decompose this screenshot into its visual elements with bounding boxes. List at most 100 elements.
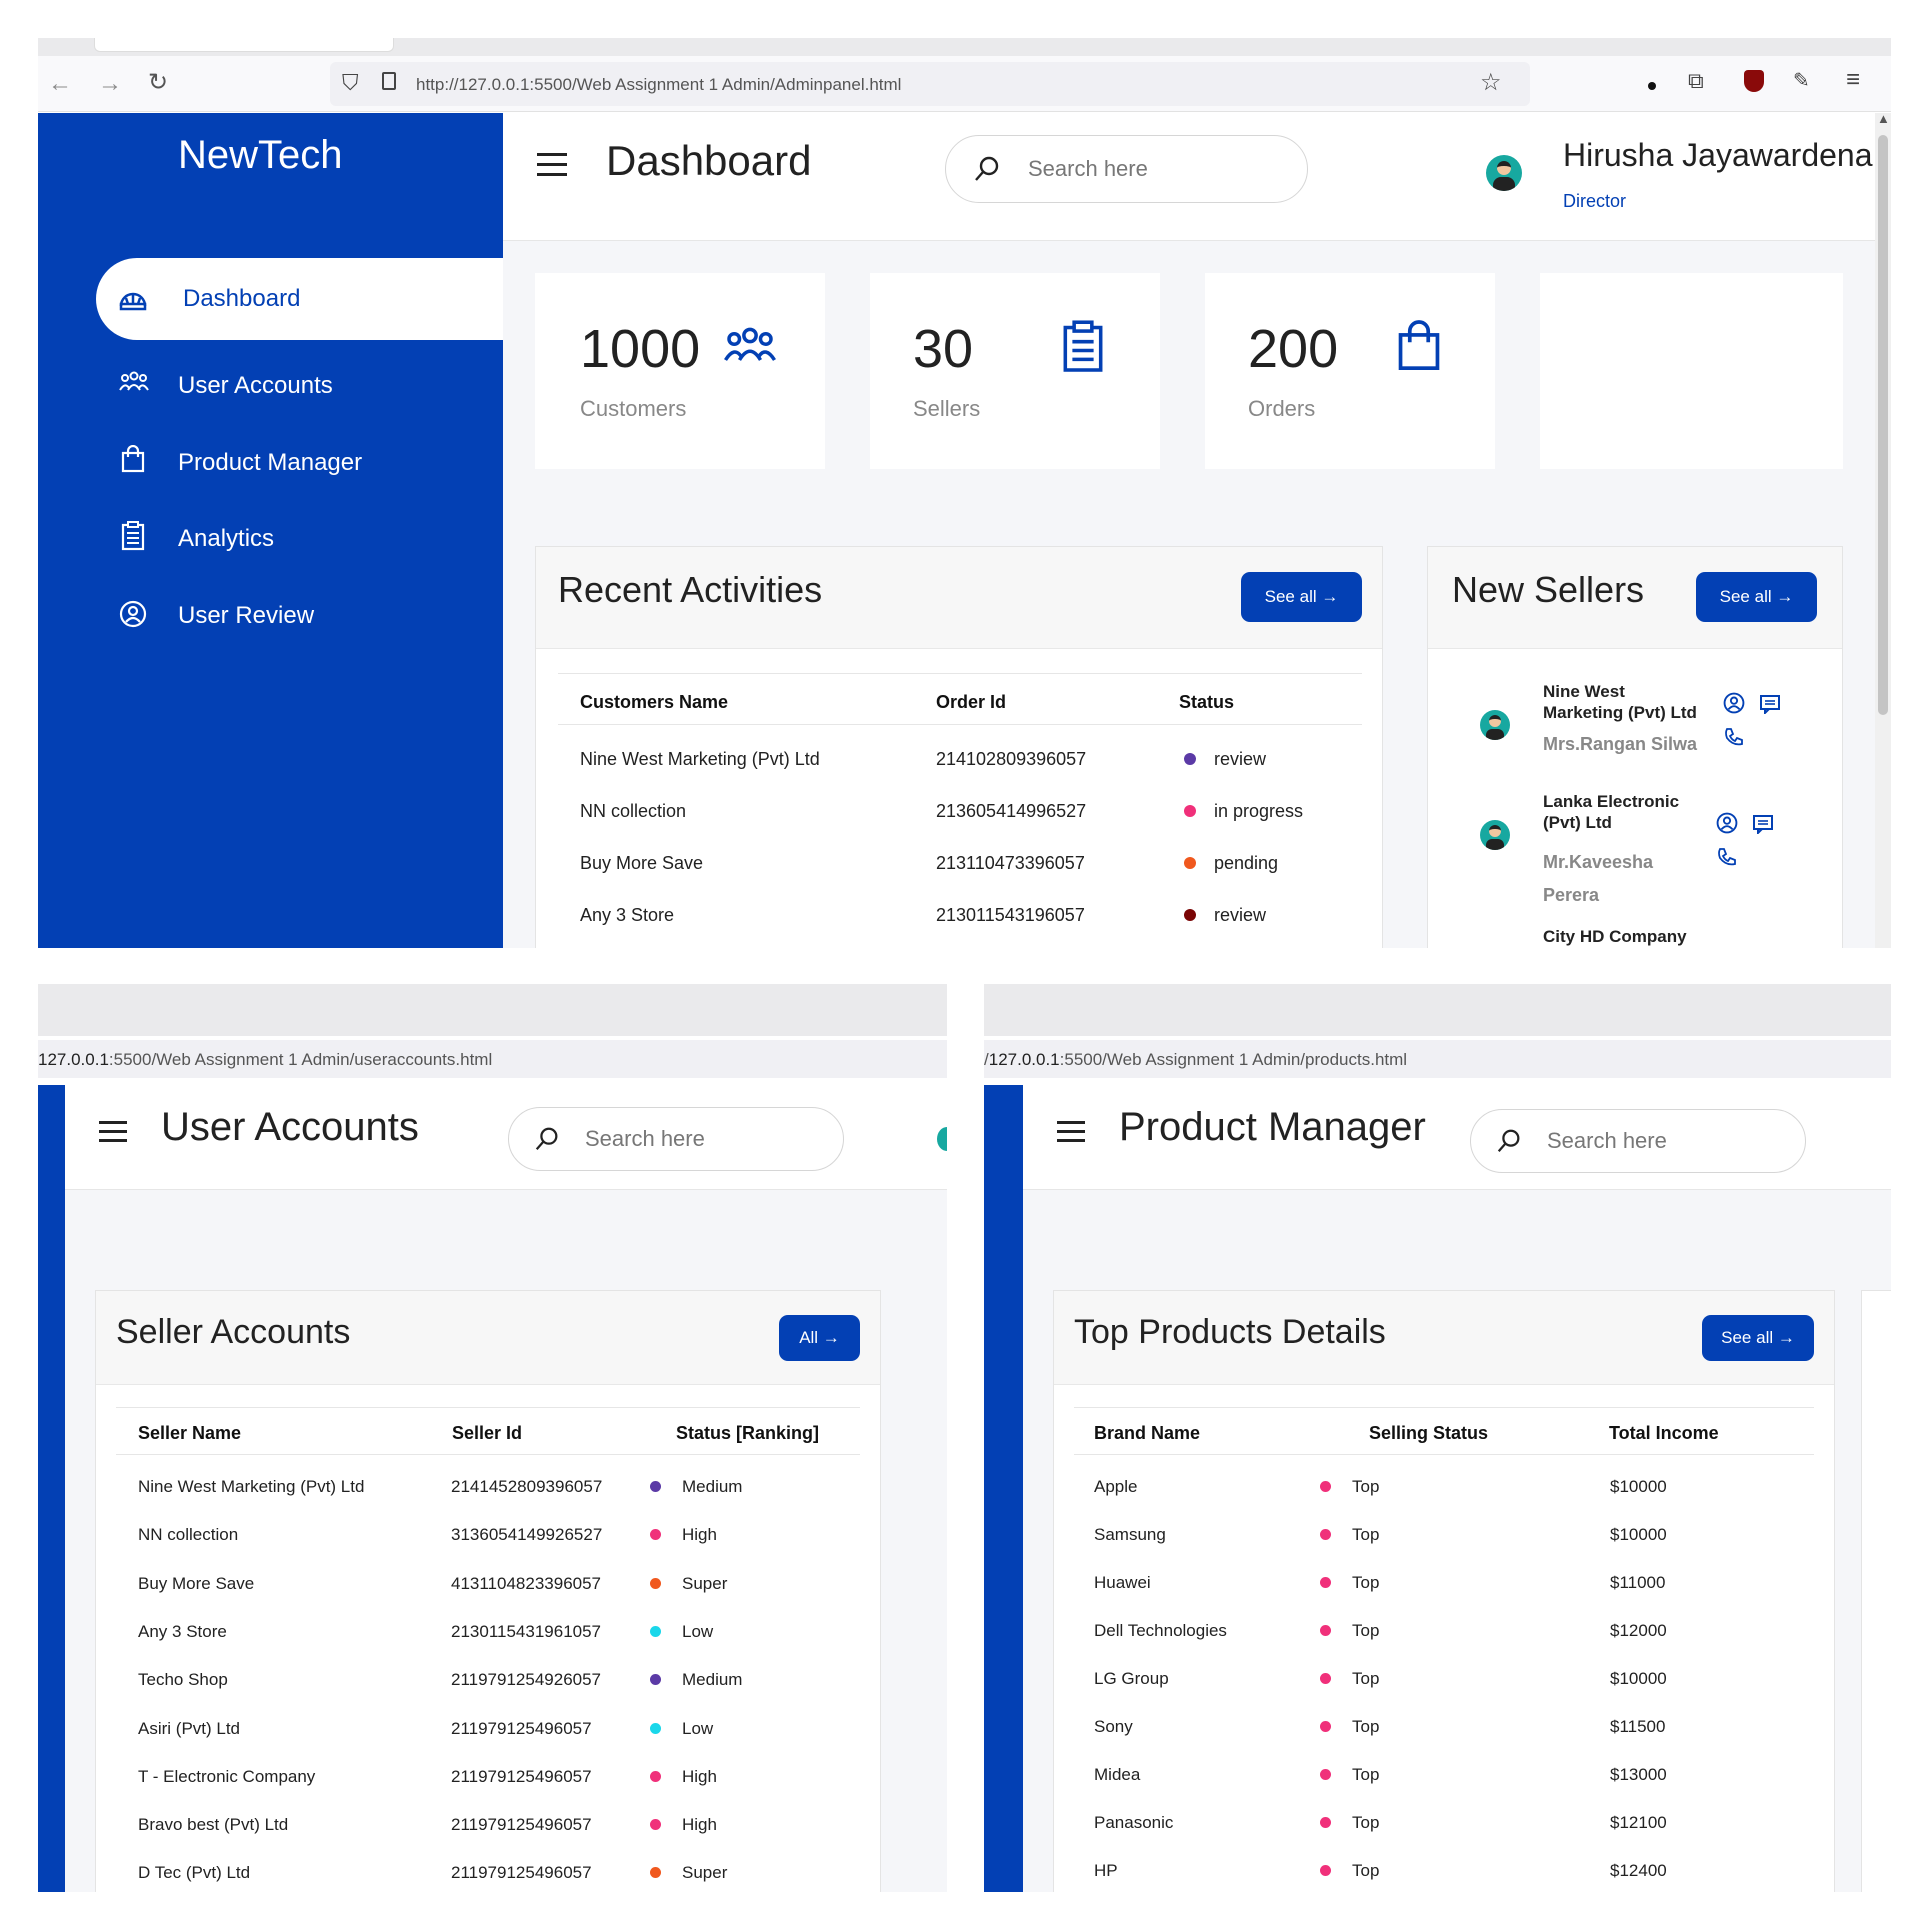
search-icon	[975, 156, 999, 181]
brand-name: Sony	[1094, 1717, 1133, 1736]
scrollbar[interactable]: ▲	[1875, 111, 1891, 948]
bookmark-star-icon[interactable]: ☆	[1480, 68, 1502, 97]
sidebar-item-analytics[interactable]: Analytics	[38, 509, 503, 569]
seller-name: Techo Shop	[138, 1670, 228, 1690]
hamburger-icon[interactable]	[537, 153, 567, 177]
profile-icon[interactable]	[1716, 812, 1738, 839]
search-input[interactable]: Search here	[1028, 156, 1148, 182]
status-text: High	[682, 1815, 717, 1835]
table-row[interactable]: Nine West Marketing (Pvt) Ltd 21410280939…	[558, 737, 1362, 781]
avatar[interactable]	[1486, 155, 1522, 191]
table-row[interactable]: NN collection 3136054149926527 High	[116, 1515, 860, 1555]
message-icon[interactable]	[1752, 814, 1774, 839]
table-row[interactable]: Buy More Save 213110473396057 pending	[558, 841, 1362, 885]
shield-icon: ⛉	[342, 70, 359, 95]
phone-icon[interactable]	[1716, 846, 1738, 873]
total-income: $11500	[1610, 1717, 1666, 1736]
sidebar-item-product-manager[interactable]: Product Manager	[38, 433, 503, 493]
table-row[interactable]: T - Electronic Company 211979125496057 Hig…	[116, 1757, 860, 1797]
reload-icon[interactable]: ↻	[148, 68, 168, 97]
table-row[interactable]: D Tec (Pvt) Ltd 211979125496057 Super	[116, 1853, 860, 1892]
status-text: in progress	[1214, 801, 1304, 821]
back-icon[interactable]: ←	[48, 70, 72, 98]
scroll-up-icon[interactable]: ▲	[1877, 111, 1890, 126]
brand-name: Panasonic	[1094, 1813, 1174, 1832]
table-row[interactable]: NN collection 213605414996527 in progress	[558, 789, 1362, 833]
avatar[interactable]	[937, 1127, 947, 1151]
panel-title: Recent Activities	[558, 569, 823, 610]
seller-item[interactable]: Nine West Marketing (Pvt) Ltd Mrs.Rangan S…	[1428, 682, 1842, 782]
tab-strip	[984, 984, 1891, 1036]
table-row[interactable]: Panasonic Top $12100	[1074, 1803, 1814, 1843]
seller-accounts-panel: Seller Accounts All → Seller Name Seller…	[95, 1290, 881, 1892]
dashboard-icon	[119, 292, 147, 311]
stat-card-customers: 1000 Customers	[535, 273, 825, 469]
new-sellers-panel: New Sellers See all → Nine West Marketing…	[1427, 546, 1843, 948]
table-row[interactable]: HP Top $12400	[1074, 1851, 1814, 1891]
browser-toolbar: ← → ↻ ⛉ http://127.0.0.1:5500/Web Assign…	[38, 56, 1891, 112]
forward-icon[interactable]: →	[98, 70, 122, 98]
ublock-icon[interactable]	[1744, 70, 1764, 92]
table-row[interactable]: Buy More Save 4131104823396057 Super	[116, 1564, 860, 1604]
shopping-bag-icon	[121, 445, 145, 473]
see-all-button[interactable]: See all →	[1702, 1315, 1814, 1361]
table-row[interactable]: Huawei Top $11000	[1074, 1563, 1814, 1603]
avatar	[1480, 820, 1510, 850]
hamburger-icon[interactable]	[1057, 1121, 1085, 1143]
search-box[interactable]: Search here	[508, 1107, 844, 1171]
search-box[interactable]: Search here	[945, 135, 1308, 203]
scrollbar-thumb[interactable]	[1878, 135, 1888, 715]
table-row[interactable]: Any 3 Store 213011543196057 review	[558, 893, 1362, 937]
see-all-button[interactable]: See all →	[1241, 572, 1362, 622]
status-dot	[1184, 753, 1196, 765]
selling-status: Top	[1352, 1861, 1380, 1880]
table-row[interactable]: Bravo best (Pvt) Ltd 211979125496057 High	[116, 1805, 860, 1845]
table-row[interactable]: Midea Top $13000	[1074, 1755, 1814, 1795]
addon-icon[interactable]: ✎	[1793, 68, 1810, 93]
search-input[interactable]: Search here	[1547, 1128, 1667, 1154]
message-icon[interactable]	[1759, 694, 1781, 719]
seller-item[interactable]: Lanka Electronic (Pvt) Ltd Mr.Kaveesha Pere…	[1428, 792, 1842, 905]
status-dot	[650, 1481, 661, 1492]
brand-name: Apple	[1094, 1477, 1138, 1496]
table-row[interactable]: Apple Top $10000	[1074, 1467, 1814, 1507]
order-id: 213605414996527	[936, 801, 1087, 821]
table-row[interactable]: Any 3 Store 2130115431961057 Low	[116, 1612, 860, 1652]
table-row[interactable]: Techo Shop 2119791254926057 Medium	[116, 1660, 860, 1700]
status-dot	[1184, 805, 1196, 817]
address-bar[interactable]: ⛉ http://127.0.0.1:5500/Web Assignment 1…	[330, 62, 1530, 106]
seller-item[interactable]: City HD Company	[1428, 927, 1842, 948]
browser-tab[interactable]	[94, 38, 394, 52]
table-row[interactable]: Samsung Top $10000	[1074, 1515, 1814, 1555]
status-dot	[1184, 857, 1196, 869]
seller-id: 4131104823396057	[451, 1573, 602, 1593]
menu-icon[interactable]: ≡	[1846, 66, 1860, 94]
extension-dot-icon[interactable]	[1648, 82, 1656, 90]
all-button[interactable]: All →	[779, 1315, 860, 1361]
table-row[interactable]: Sony Top $11500	[1074, 1707, 1814, 1747]
address-bar[interactable]: 127.0.0.1:5500/Web Assignment 1 Admin/us…	[38, 1040, 947, 1078]
table-row[interactable]: LG Group Top $10000	[1074, 1659, 1814, 1699]
table-row[interactable]: Dell Technologies Top $12000	[1074, 1611, 1814, 1651]
sidebar-item-user-accounts[interactable]: User Accounts	[38, 356, 503, 416]
phone-icon[interactable]	[1723, 726, 1745, 753]
seller-id: 211979125496057	[451, 1863, 592, 1883]
see-all-button[interactable]: See all →	[1696, 572, 1817, 622]
search-box[interactable]: Search here	[1470, 1109, 1806, 1173]
profile-icon[interactable]	[1723, 692, 1745, 719]
total-income: $12400	[1610, 1861, 1667, 1880]
panel-title: Top Products Details	[1074, 1313, 1386, 1351]
status-dot	[650, 1674, 661, 1686]
table-row[interactable]: Asiri (Pvt) Ltd 211979125496057 Low	[116, 1709, 860, 1749]
extensions-icon[interactable]: ⧉	[1688, 68, 1704, 94]
address-text: http://127.0.0.1:5500/Web Assignment 1 A…	[416, 75, 902, 94]
sidebar-item-user-review[interactable]: User Review	[38, 586, 503, 646]
sidebar-item-dashboard[interactable]: Dashboard	[96, 258, 503, 340]
user-role: Director	[1563, 191, 1627, 211]
table-row[interactable]: Nine West Marketing (Pvt) Ltd 21414528093…	[116, 1467, 860, 1507]
product-manager-window: /127.0.0.1:5500/Web Assignment 1 Admin/p…	[984, 984, 1891, 1892]
search-input[interactable]: Search here	[585, 1126, 705, 1152]
brand-logo: NewTech	[178, 133, 343, 177]
address-bar[interactable]: /127.0.0.1:5500/Web Assignment 1 Admin/p…	[984, 1040, 1891, 1078]
hamburger-icon[interactable]	[99, 1121, 127, 1143]
